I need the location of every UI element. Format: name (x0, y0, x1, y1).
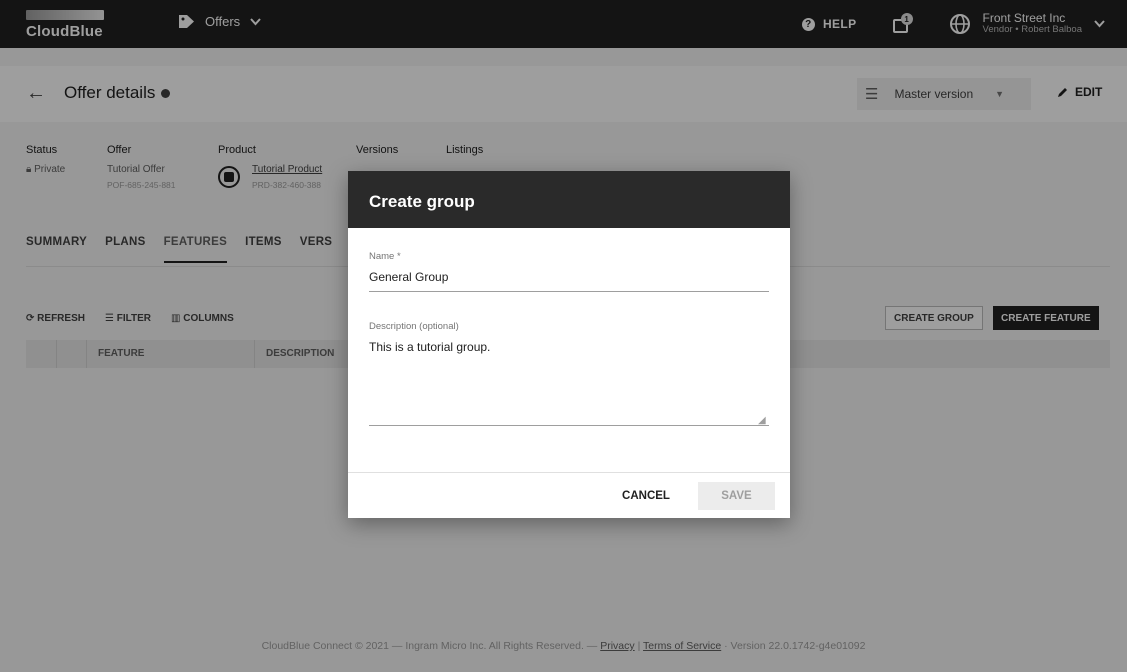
create-group-dialog: Create group Name * General Group Descri… (348, 171, 790, 518)
name-underline (369, 291, 769, 292)
name-label: Name * (369, 251, 401, 262)
dialog-footer-divider (348, 472, 790, 473)
description-textarea[interactable]: This is a tutorial group. (369, 340, 490, 354)
cancel-button[interactable]: CANCEL (610, 482, 682, 510)
description-label: Description (optional) (369, 321, 459, 332)
description-underline (369, 425, 769, 426)
dialog-title: Create group (348, 171, 790, 228)
name-input[interactable]: General Group (369, 270, 448, 284)
save-button[interactable]: SAVE (698, 482, 775, 510)
